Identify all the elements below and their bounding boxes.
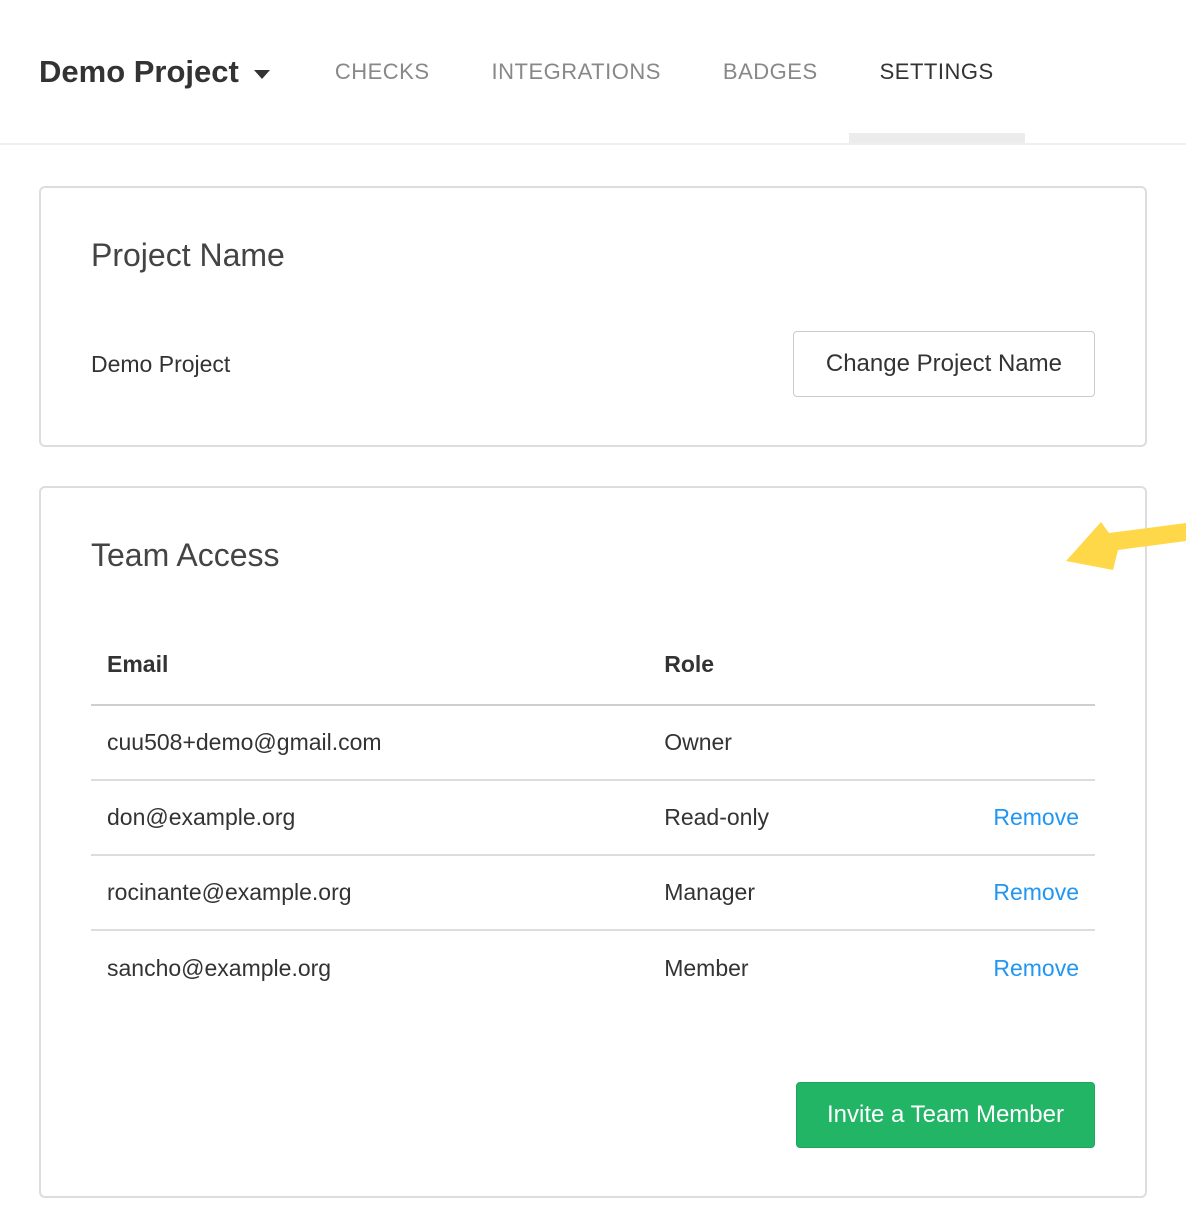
member-role: Member <box>648 930 959 1005</box>
project-name-card-title: Project Name <box>91 236 1095 274</box>
settings-page: Project Name Demo Project Change Project… <box>0 145 1186 1198</box>
invite-team-member-button[interactable]: Invite a Team Member <box>796 1082 1095 1148</box>
role-column-header: Role <box>648 631 959 705</box>
remove-link[interactable]: Remove <box>993 804 1079 830</box>
invite-row: Invite a Team Member <box>91 1082 1095 1148</box>
member-email: sancho@example.org <box>91 930 648 1005</box>
table-row: sancho@example.org Member Remove <box>91 930 1095 1005</box>
member-action-cell <box>959 705 1095 780</box>
table-row: don@example.org Read-only Remove <box>91 780 1095 855</box>
table-header-row: Email Role <box>91 631 1095 705</box>
tab-checks[interactable]: CHECKS <box>304 0 461 143</box>
team-access-table: Email Role cuu508+demo@gmail.com Owner d… <box>91 631 1095 1005</box>
project-switcher-dropdown[interactable]: Demo Project <box>39 54 270 90</box>
team-access-card-title: Team Access <box>91 536 1095 574</box>
project-title: Demo Project <box>39 54 239 90</box>
project-name-row: Demo Project Change Project Name <box>91 331 1095 397</box>
action-column-header <box>959 631 1095 705</box>
project-name-card: Project Name Demo Project Change Project… <box>39 186 1147 447</box>
email-column-header: Email <box>91 631 648 705</box>
current-project-name: Demo Project <box>91 351 230 378</box>
team-table-body: cuu508+demo@gmail.com Owner don@example.… <box>91 705 1095 1005</box>
table-row: rocinante@example.org Manager Remove <box>91 855 1095 930</box>
tab-badges[interactable]: BADGES <box>692 0 849 143</box>
tab-settings[interactable]: SETTINGS <box>849 0 1025 143</box>
member-email: rocinante@example.org <box>91 855 648 930</box>
member-role: Manager <box>648 855 959 930</box>
team-access-card: Team Access Email Role cuu508+demo@gmail… <box>39 486 1147 1198</box>
member-email: don@example.org <box>91 780 648 855</box>
member-action-cell: Remove <box>959 930 1095 1005</box>
member-action-cell: Remove <box>959 855 1095 930</box>
chevron-down-icon <box>254 70 270 79</box>
change-project-name-button[interactable]: Change Project Name <box>793 331 1095 397</box>
table-row: cuu508+demo@gmail.com Owner <box>91 705 1095 780</box>
member-role: Read-only <box>648 780 959 855</box>
remove-link[interactable]: Remove <box>993 879 1079 905</box>
member-email: cuu508+demo@gmail.com <box>91 705 648 780</box>
tab-integrations[interactable]: INTEGRATIONS <box>461 0 692 143</box>
top-nav: Demo Project CHECKSINTEGRATIONSBADGESSET… <box>0 0 1186 145</box>
member-role: Owner <box>648 705 959 780</box>
remove-link[interactable]: Remove <box>993 955 1079 981</box>
member-action-cell: Remove <box>959 780 1095 855</box>
nav-tabs: CHECKSINTEGRATIONSBADGESSETTINGS <box>304 0 1025 143</box>
